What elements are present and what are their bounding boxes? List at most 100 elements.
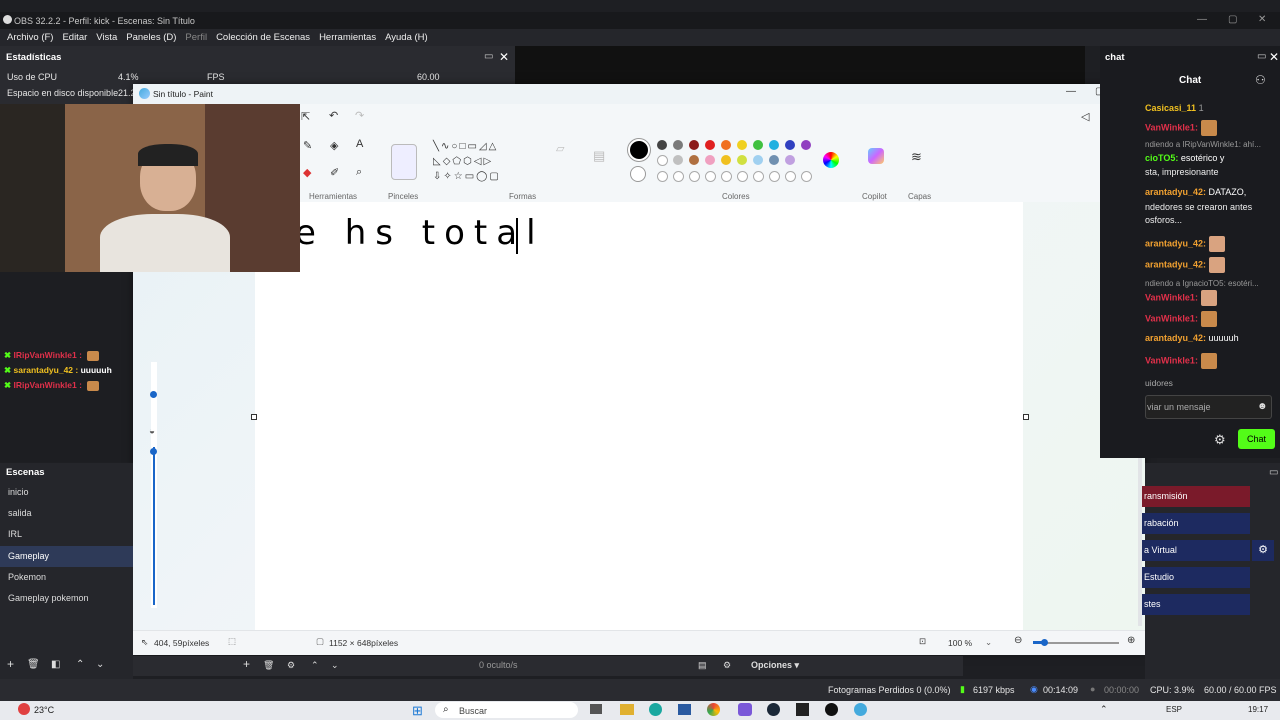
task-view-icon[interactable] [590, 704, 602, 714]
magnifier-icon[interactable]: ⌕ [356, 166, 362, 179]
virtual-camera-button[interactable]: a Virtual [1142, 540, 1250, 561]
chrome-icon[interactable] [707, 703, 720, 716]
menu-paneles[interactable]: Paneles (D) [126, 32, 176, 43]
virtual-camera-settings-icon[interactable]: ⚙ [1252, 540, 1274, 561]
picker-icon[interactable]: ✐ [330, 166, 339, 179]
palette-empty-swatch[interactable] [673, 171, 684, 182]
steam-icon[interactable] [767, 703, 780, 716]
filter-icon[interactable]: ◧ [51, 659, 60, 670]
source-down-icon[interactable]: ⌄ [331, 660, 339, 671]
palette-swatch[interactable] [737, 155, 747, 165]
source-up-icon[interactable]: ⌃ [311, 660, 319, 671]
paint-minimize-icon[interactable]: — [1066, 86, 1076, 97]
palette-swatch[interactable] [753, 155, 763, 165]
palette-swatch[interactable] [785, 140, 795, 150]
color-palette[interactable] [657, 140, 817, 186]
pencil-icon[interactable]: ✎ [303, 139, 312, 152]
edit-colors-icon[interactable] [823, 152, 839, 168]
menu-ayuda[interactable]: Ayuda (H) [385, 32, 428, 43]
start-stream-button[interactable]: ransmisión [1142, 486, 1250, 507]
weather-icon[interactable] [18, 703, 30, 715]
resize-handle[interactable] [1023, 414, 1029, 420]
close-icon[interactable]: ✕ [1258, 14, 1266, 25]
opacity-slider-thumb[interactable] [150, 448, 157, 455]
clock[interactable]: 19:17 [1248, 705, 1268, 714]
menu-vista[interactable]: Vista [96, 32, 117, 43]
resize-handle[interactable] [251, 414, 257, 420]
shape-size-icon[interactable]: ▤ [593, 148, 605, 164]
scene-item[interactable]: salida [0, 503, 133, 524]
palette-swatch[interactable] [657, 155, 668, 166]
menu-perfil[interactable]: Perfil [185, 32, 207, 43]
text-icon[interactable]: A [356, 138, 363, 150]
menu-coleccion[interactable]: Colección de Escenas [216, 32, 310, 43]
drawing-canvas[interactable]: e hs total [255, 202, 1023, 630]
palette-empty-swatch[interactable] [753, 171, 764, 182]
palette-swatch[interactable] [673, 140, 683, 150]
discord-icon[interactable] [738, 703, 752, 716]
eraser-icon[interactable]: ◆ [303, 166, 311, 179]
palette-swatch[interactable] [705, 140, 715, 150]
tray-chevron-icon[interactable]: ⌃ [1100, 704, 1108, 715]
chat-settings-icon[interactable]: ⚙ [1214, 432, 1226, 448]
menu-archivo[interactable]: Archivo (F) [7, 32, 53, 43]
palette-empty-swatch[interactable] [657, 171, 668, 182]
palette-swatch[interactable] [801, 140, 811, 150]
palette-swatch[interactable] [721, 155, 731, 165]
palette-swatch[interactable] [737, 140, 747, 150]
scene-item-selected[interactable]: Gameplay [0, 546, 133, 567]
fit-icon[interactable]: ⊡ [919, 636, 926, 647]
undock-icon[interactable]: ▭ [484, 51, 493, 62]
minimize-icon[interactable]: — [1197, 14, 1207, 25]
add-source-icon[interactable]: + [243, 657, 250, 671]
palette-empty-swatch[interactable] [769, 171, 780, 182]
palette-empty-swatch[interactable] [705, 171, 716, 182]
options-button[interactable]: Opciones ▾ [751, 660, 799, 671]
scene-item[interactable]: inicio [0, 482, 133, 503]
zoom-out-icon[interactable]: ⊖ [1014, 635, 1022, 646]
palette-swatch[interactable] [657, 140, 667, 150]
start-icon[interactable]: ⊞ [412, 703, 423, 719]
move-down-icon[interactable]: ⌄ [96, 659, 104, 670]
zoom-in-icon[interactable]: ⊕ [1127, 635, 1135, 646]
menu-editar[interactable]: Editar [62, 32, 87, 43]
undock-icon[interactable]: ▭ [1257, 51, 1266, 62]
app-icon[interactable] [796, 703, 809, 716]
palette-swatch[interactable] [769, 155, 779, 165]
maximize-icon[interactable]: ▢ [1228, 14, 1237, 25]
save-icon[interactable]: ⇱ [301, 110, 310, 123]
palette-swatch[interactable] [705, 155, 715, 165]
layers-icon[interactable]: ≋ [911, 149, 922, 165]
palette-swatch[interactable] [785, 155, 795, 165]
add-scene-icon[interactable]: + [7, 657, 14, 671]
fill-icon[interactable]: ◈ [330, 139, 338, 152]
paint-taskbar-icon[interactable] [854, 703, 867, 716]
transition-icon[interactable]: ⚙ [723, 660, 731, 671]
mixer-icon[interactable]: ▤ [698, 660, 707, 671]
store-icon[interactable] [678, 704, 691, 715]
palette-swatch[interactable] [673, 155, 683, 165]
color1-swatch[interactable] [628, 139, 650, 161]
start-recording-button[interactable]: rabación [1142, 513, 1250, 534]
source-settings-icon[interactable]: ⚙ [287, 660, 295, 671]
share-icon[interactable]: ◁ [1081, 110, 1089, 123]
zoom-dropdown-icon[interactable]: ⌄ [985, 637, 992, 648]
move-up-icon[interactable]: ⌃ [76, 659, 84, 670]
remove-source-icon[interactable]: 🗑 [263, 660, 274, 671]
shape-outline-icon[interactable]: ▱ [556, 142, 564, 155]
scene-item[interactable]: IRL [0, 524, 133, 545]
undock-icon[interactable]: ▭ [1269, 467, 1278, 478]
brush-button[interactable] [391, 144, 417, 180]
chat-send-button[interactable]: Chat [1238, 429, 1275, 449]
size-slider-thumb[interactable] [150, 391, 157, 398]
palette-empty-swatch[interactable] [785, 171, 796, 182]
undo-icon[interactable]: ↶ [329, 109, 338, 122]
palette-swatch[interactable] [753, 140, 763, 150]
edge-icon[interactable] [649, 703, 662, 716]
zoom-value[interactable]: 100 % [948, 638, 972, 648]
color2-swatch[interactable] [630, 166, 646, 182]
language-indicator[interactable]: ESP [1166, 705, 1182, 714]
palette-empty-swatch[interactable] [689, 171, 700, 182]
close-dock-icon[interactable]: ✕ [1269, 50, 1279, 64]
search-box[interactable]: ⌕ Buscar [435, 702, 578, 718]
